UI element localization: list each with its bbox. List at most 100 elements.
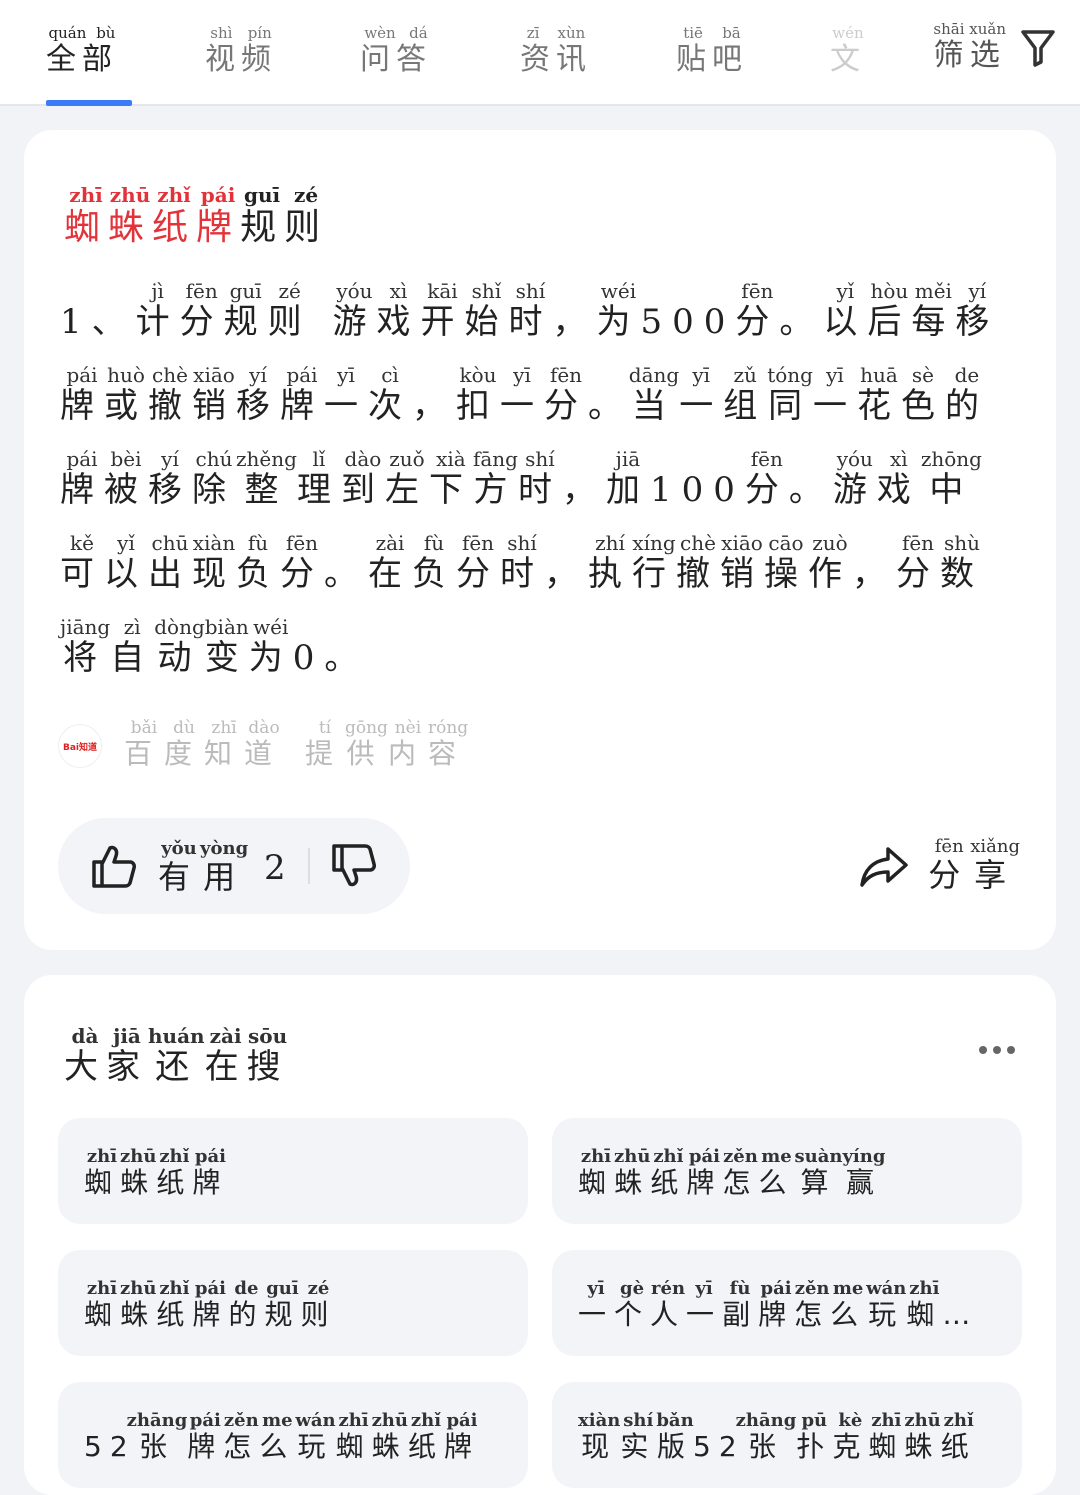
ruby-base: 作	[808, 554, 852, 594]
related-searches-card: 大dà家jiā还huán在zài搜sōu 蜘zhī蛛zhū纸zhǐ牌pái 蜘z…	[24, 975, 1056, 1495]
share-button[interactable]: 分fēn享xiǎng	[858, 836, 1020, 896]
ruby-char: 移yí	[236, 363, 280, 426]
pinyin: yí	[236, 363, 280, 387]
pinyin: yǐ	[104, 531, 148, 555]
ruby-char: 动dòng	[154, 615, 205, 678]
ruby-base: 花	[856, 386, 901, 426]
pinyin: yóu	[332, 279, 377, 303]
plain-char: 。	[788, 470, 833, 510]
pinyin: xiǎng	[970, 836, 1020, 857]
ruby-base: 则	[267, 302, 312, 342]
pinyin: yí	[148, 447, 192, 471]
ruby-char: 牌pái	[187, 1412, 224, 1463]
pinyin: gōng	[344, 718, 388, 738]
pinyin: fēn	[456, 531, 500, 555]
useful-label[interactable]: 有yǒu用yòng	[158, 838, 248, 898]
answer-title-highlight: 蜘zhī蛛zhū纸zhǐ牌pái	[64, 183, 240, 248]
ruby-base: 一	[812, 386, 857, 426]
ruby-base: 蜘	[84, 1298, 121, 1331]
ruby-char: 作zuò	[808, 531, 852, 594]
ruby-base: 纸	[156, 1298, 193, 1331]
tab-tieba[interactable]: 贴吧tiē bā	[676, 24, 748, 78]
related-search-item[interactable]: 现xiàn实shí版bǎn52张zhāng扑pū克kè蜘zhī蛛zhū纸zhǐ	[552, 1382, 1022, 1488]
ruby-base: 被	[104, 470, 148, 510]
ruby-base: 分	[744, 470, 789, 510]
answer-title[interactable]: 蜘zhī蛛zhū纸zhǐ牌pái规guī则zé	[64, 183, 328, 248]
active-tab-indicator	[46, 100, 132, 106]
tab-video[interactable]: 视频shì pín	[205, 24, 277, 78]
ruby-base: 负	[236, 554, 280, 594]
ruby-char: 负fù	[412, 531, 456, 594]
ruby-char: 个gè	[614, 1280, 650, 1331]
ruby-char: 用yòng	[200, 838, 248, 896]
ruby-char: 有yǒu	[158, 838, 200, 896]
pinyin: huā	[856, 363, 901, 387]
ruby-char: 么me	[259, 1412, 295, 1463]
ruby-base: 时	[508, 302, 553, 342]
plain-char: …	[942, 1298, 979, 1331]
pinyin: xì	[376, 279, 421, 303]
tab-qa[interactable]: 问答wèn dá	[360, 24, 432, 78]
ruby-char: 规guī	[240, 183, 284, 248]
tab-all[interactable]: 全部quán bù	[46, 24, 118, 78]
ruby-base: 资讯	[520, 42, 592, 77]
pinyin: fēn	[735, 279, 780, 303]
share-icon	[860, 847, 908, 887]
pinyin: rén	[650, 1280, 687, 1299]
pinyin: fēn	[896, 531, 940, 555]
pinyin: yǒu	[158, 838, 200, 859]
ruby-base: 版	[656, 1430, 694, 1463]
ruby-char: 蜘zhī	[336, 1412, 372, 1463]
ruby-char: 一yī	[578, 1280, 614, 1331]
pinyin: zhū	[120, 1280, 157, 1299]
thumb-down-icon[interactable]	[330, 842, 378, 890]
related-search-item[interactable]: 蜘zhī蛛zhū纸zhǐ牌pái怎zěn么me算suàn赢yíng	[552, 1118, 1022, 1224]
pinyin: fēn	[179, 279, 224, 303]
answer-source[interactable]: Bai知道 百bǎi度dù知zhī道dào 提tí供gōng内nèi容róng	[58, 718, 468, 772]
pinyin: zài	[368, 531, 412, 555]
ruby-char: 一yī	[324, 363, 368, 426]
ruby-char: 牌pái	[60, 363, 104, 426]
pinyin: zěn	[794, 1280, 831, 1299]
ruby-char: 牌pái	[192, 1148, 228, 1199]
ruby-base: 副	[722, 1298, 759, 1331]
ruby-base: 下	[428, 470, 473, 510]
related-search-item[interactable]: 一yī个gè人rén一yī副fù牌pái怎zěn么me玩wán蜘zhī…	[552, 1250, 1022, 1356]
ruby-base: 规	[223, 302, 268, 342]
pinyin: chè	[148, 363, 192, 387]
ruby-base: 牌	[187, 1430, 224, 1463]
ruby-base: 销	[192, 386, 236, 426]
ruby-base: 蜘	[84, 1166, 121, 1199]
ruby-char: 数shù	[940, 531, 984, 594]
pinyin: me	[259, 1412, 296, 1431]
tab-news[interactable]: 资讯zī xùn	[520, 24, 592, 78]
related-search-item[interactable]: 蜘zhī蛛zhū纸zhǐ牌pái	[58, 1118, 528, 1224]
ruby-char: 怎zěn	[794, 1280, 830, 1331]
ruby-base: 实	[620, 1430, 657, 1463]
ruby-char: 的de	[945, 363, 989, 426]
filter-button[interactable]: 筛选shāi xuǎn	[919, 20, 1056, 74]
ruby-char: 将jiāng	[60, 615, 110, 678]
ruby-base: 度	[164, 737, 205, 770]
ruby-char: 则zé	[284, 183, 328, 248]
pinyin: bǎi	[124, 718, 164, 738]
pinyin: dà	[64, 1024, 106, 1048]
pinyin: zhǐ	[940, 1412, 977, 1431]
tab-wenku[interactable]: 文wén	[830, 24, 866, 78]
pinyin: yí	[955, 279, 1000, 303]
pinyin: chū	[148, 531, 192, 555]
filter-icon	[1021, 30, 1055, 67]
pinyin: pái	[192, 1148, 229, 1167]
more-icon[interactable]	[978, 1045, 1016, 1055]
ruby-text: 视频shì pín	[205, 24, 277, 77]
ruby-char: 张zhāng	[736, 1412, 797, 1463]
pinyin: shí	[517, 447, 562, 471]
ruby-char: 内nèi	[388, 718, 428, 770]
ruby-char: 克kè	[832, 1412, 868, 1463]
related-search-item[interactable]: 52张zhāng牌pái怎zěn么me玩wán蜘zhī蛛zhū纸zhǐ牌pái	[58, 1382, 528, 1488]
plain-char: 。	[779, 302, 824, 342]
related-search-item[interactable]: 蜘zhī蛛zhū纸zhǐ牌pái的de规guī则zé	[58, 1250, 528, 1356]
thumb-up-icon[interactable]	[90, 842, 138, 890]
ruby-char: 计jì	[136, 279, 180, 342]
plain-char: 。	[588, 386, 632, 426]
